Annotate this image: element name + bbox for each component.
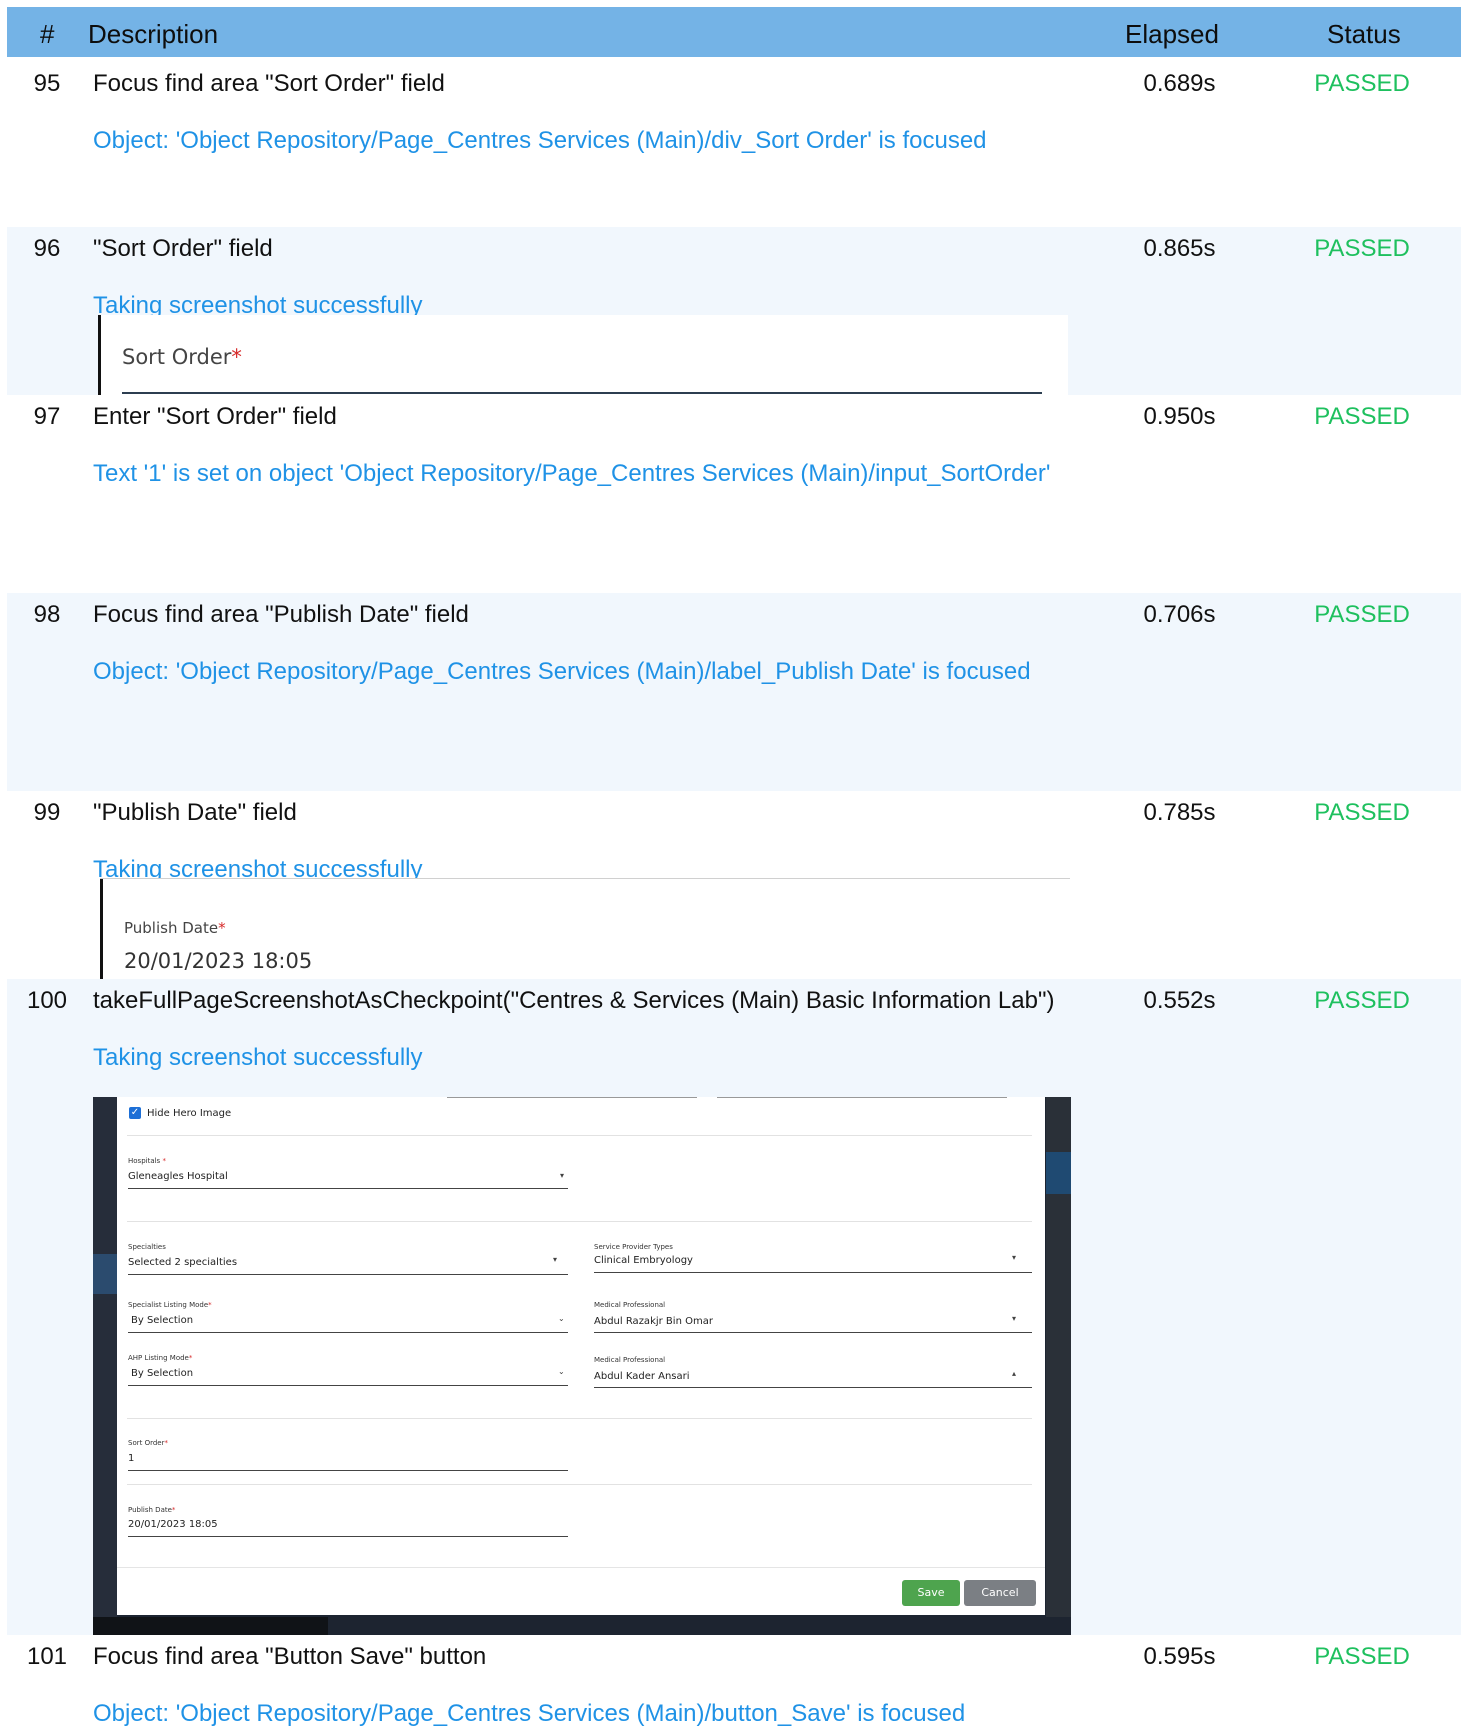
step-status: PASSED	[1314, 987, 1410, 1014]
chevron-down-icon: ⌄	[558, 1314, 565, 1323]
step-elapsed: 0.689s	[1143, 70, 1216, 97]
step-number: 99	[33, 799, 61, 826]
required-asterisk: *	[218, 919, 226, 937]
publish-date-value: 20/01/2023 18:05	[124, 949, 313, 973]
step-elapsed: 0.595s	[1143, 1643, 1216, 1670]
step-number: 97	[33, 403, 61, 430]
step-elapsed: 0.552s	[1143, 987, 1216, 1014]
step-description: takeFullPageScreenshotAsCheckpoint("Cent…	[93, 987, 1055, 1014]
step-number: 96	[33, 235, 61, 262]
hospitals-label: Hospitals	[128, 1157, 161, 1165]
step-description: Focus find area "Publish Date" field	[93, 601, 469, 628]
step-log: Object: 'Object Repository/Page_Centres …	[93, 658, 1031, 685]
ahp-mode-select[interactable]: By Selection	[131, 1368, 193, 1379]
sort-order-label: Sort Order	[128, 1439, 165, 1447]
step-log: Text '1' is set on object 'Object Reposi…	[93, 460, 1051, 487]
step-log: Taking screenshot successfully	[93, 1044, 423, 1071]
step-elapsed: 0.785s	[1143, 799, 1216, 826]
publish-date-screenshot: Publish Date* 20/01/2023 18:05	[100, 878, 1070, 980]
col-elapsed-header: Elapsed	[1125, 19, 1219, 49]
step-row: 95 Focus find area "Sort Order" field 0.…	[7, 62, 1461, 227]
step-description: Focus find area "Button Save" button	[93, 1643, 487, 1670]
step-row: 98 Focus find area "Publish Date" field …	[7, 593, 1461, 791]
medical-professional-select[interactable]: Abdul Kader Ansari	[594, 1371, 690, 1382]
publish-date-label: Publish Date	[124, 919, 219, 937]
col-description-header: Description	[88, 19, 219, 49]
publish-date-input[interactable]: 20/01/2023 18:05	[128, 1519, 218, 1530]
step-status: PASSED	[1314, 601, 1410, 628]
medical-professional-label: Medical Professional	[594, 1356, 666, 1364]
specialties-select[interactable]: Selected 2 specialties	[128, 1257, 237, 1268]
save-button[interactable]: Save	[902, 1580, 960, 1606]
step-number: 98	[33, 601, 61, 628]
step-elapsed: 0.706s	[1143, 601, 1216, 628]
medical-professional-select[interactable]: Abdul Razakjr Bin Omar	[594, 1316, 713, 1327]
step-status: PASSED	[1314, 235, 1410, 262]
step-number: 95	[33, 70, 61, 97]
hospitals-select[interactable]: Gleneagles Hospital	[128, 1171, 228, 1182]
input-underline	[122, 392, 1042, 394]
step-number: 100	[26, 987, 68, 1014]
service-types-select[interactable]: Clinical Embryology	[594, 1255, 693, 1266]
chevron-down-icon: ⌄	[558, 1367, 565, 1376]
step-number: 101	[26, 1643, 68, 1670]
edit-modal: ✓ Hide Hero Image Hospitals * Gleneagles…	[117, 1097, 1045, 1615]
step-row: 99 "Publish Date" field 0.785s PASSED Ta…	[7, 791, 1461, 980]
report-header: # Description Elapsed Status	[7, 7, 1461, 57]
sort-order-label: Sort Order	[122, 345, 232, 369]
step-row: 96 "Sort Order" field 0.865s PASSED Taki…	[7, 227, 1461, 395]
step-status: PASSED	[1314, 1643, 1410, 1670]
chevron-down-icon: ▾	[560, 1171, 565, 1180]
step-log: Object: 'Object Repository/Page_Centres …	[93, 127, 987, 154]
ahp-mode-label: AHP Listing Mode	[128, 1354, 189, 1362]
step-status: PASSED	[1314, 70, 1410, 97]
step-description: "Publish Date" field	[93, 799, 297, 826]
step-elapsed: 0.865s	[1143, 235, 1216, 262]
specialist-mode-label: Specialist Listing Mode	[128, 1301, 209, 1309]
step-status: PASSED	[1314, 403, 1410, 430]
chevron-down-icon: ▾	[553, 1255, 558, 1264]
specialties-label: Specialties	[128, 1243, 166, 1251]
specialist-mode-select[interactable]: By Selection	[131, 1315, 193, 1326]
chevron-up-icon: ▴	[1012, 1369, 1017, 1378]
step-status: PASSED	[1314, 799, 1410, 826]
service-types-label: Service Provider Types	[594, 1243, 673, 1251]
col-status-header: Status	[1327, 19, 1401, 49]
step-row: 101 Focus find area "Button Save" button…	[7, 1635, 1461, 1729]
step-row: 97 Enter "Sort Order" field 0.950s PASSE…	[7, 395, 1461, 593]
step-elapsed: 0.950s	[1143, 403, 1216, 430]
sort-order-screenshot: Sort Order*	[98, 315, 1068, 395]
step-log: Object: 'Object Repository/Page_Centres …	[93, 1700, 966, 1727]
full-page-screenshot: ✓ Hide Hero Image Hospitals * Gleneagles…	[93, 1097, 1071, 1635]
chevron-down-icon: ▾	[1012, 1253, 1017, 1262]
step-description: "Sort Order" field	[93, 235, 273, 262]
col-num-header: #	[40, 19, 55, 49]
step-description: Focus find area "Sort Order" field	[93, 70, 445, 97]
hide-hero-checkbox[interactable]: ✓	[129, 1107, 141, 1119]
publish-date-label: Publish Date	[128, 1506, 172, 1514]
cancel-button[interactable]: Cancel	[964, 1580, 1036, 1606]
step-description: Enter "Sort Order" field	[93, 403, 337, 430]
chevron-down-icon: ▾	[1012, 1314, 1017, 1323]
sort-order-input[interactable]: 1	[128, 1453, 134, 1464]
required-asterisk: *	[231, 345, 242, 369]
hide-hero-label: Hide Hero Image	[147, 1108, 232, 1119]
medical-professional-label: Medical Professional	[594, 1301, 666, 1309]
